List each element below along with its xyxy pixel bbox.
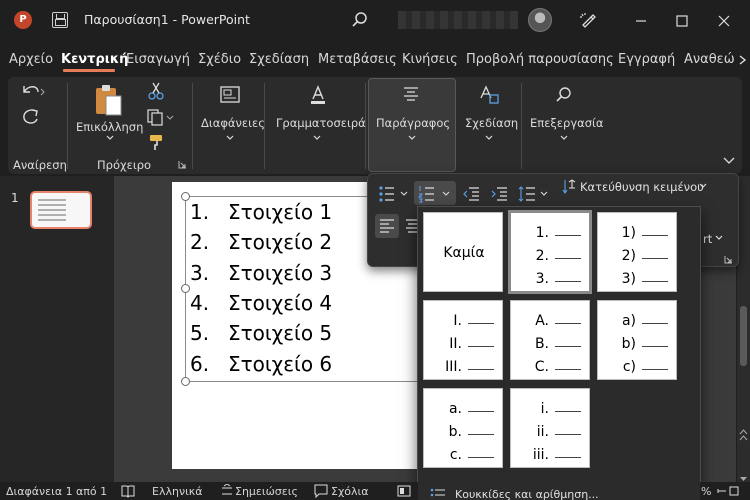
active-tab-indicator [63, 69, 115, 72]
text-direction-icon[interactable] [562, 178, 576, 196]
chevron-down-icon[interactable] [698, 182, 708, 190]
list-item[interactable]: 5. Στοιχείο 5 [190, 321, 332, 345]
bullets-and-numbering-link[interactable]: Κουκκίδες και αρίθμηση... [455, 488, 599, 500]
bullets-numbering-icon[interactable] [430, 488, 446, 500]
notes-icon[interactable] [220, 484, 234, 498]
increase-indent-icon[interactable] [490, 186, 508, 202]
powerpoint-icon: P [14, 11, 32, 29]
list-item[interactable]: 2. Στοιχείο 2 [190, 230, 332, 254]
paragraph-button-label: Παράγραφος [376, 116, 451, 130]
numbering-option-alpha-lower-period[interactable]: a. b. c. [423, 388, 503, 468]
numbering-icon[interactable] [418, 185, 454, 203]
fit-slide-icon[interactable] [716, 485, 740, 497]
format-painter-icon[interactable] [148, 133, 166, 151]
tab-review[interactable]: Αναθεώ [684, 52, 735, 67]
numbering-option-arabic-period[interactable]: 1. 2. 3. [508, 210, 592, 294]
search-icon[interactable] [350, 10, 370, 30]
save-icon[interactable] [52, 12, 68, 28]
tab-design[interactable]: Σχέδιο [198, 52, 241, 67]
draw-pen-icon[interactable] [578, 10, 598, 30]
find-icon[interactable] [555, 86, 573, 104]
dialog-launcher-icon[interactable] [724, 255, 733, 264]
list-item[interactable]: 4. Στοιχείο 4 [190, 291, 332, 315]
paste-button-label[interactable]: Επικόλληση [76, 120, 143, 134]
resize-handle[interactable] [181, 284, 190, 293]
shapes-icon[interactable] [478, 85, 500, 105]
numbering-option-arabic-paren[interactable]: 1) 2) 3) [597, 212, 677, 292]
chevron-down-icon[interactable] [312, 134, 322, 142]
dialog-launcher-icon[interactable] [178, 160, 187, 169]
tab-draw[interactable]: Σχεδίαση [249, 52, 309, 67]
font-button-label[interactable]: Γραμματοσειρά [276, 116, 366, 130]
redo-icon[interactable] [20, 107, 42, 127]
tab-insert[interactable]: Εισαγωγή [126, 52, 190, 67]
editing-button-label[interactable]: Επεξεργασία [530, 116, 603, 130]
comments-button[interactable]: Σχόλια [331, 485, 369, 498]
undo-group-label: Αναίρεση [13, 158, 67, 172]
copy-icon[interactable] [146, 108, 174, 126]
window-title: Παρουσίαση1 - PowerPoint [84, 12, 250, 27]
scroll-up-icon [739, 429, 748, 441]
font-color-icon[interactable] [308, 85, 328, 105]
tab-file[interactable]: Αρχείο [9, 52, 53, 67]
undo-icon[interactable] [20, 82, 46, 100]
chevron-down-icon[interactable] [484, 134, 494, 142]
comments-icon[interactable] [314, 484, 328, 498]
notes-button[interactable]: Σημειώσεις [235, 485, 298, 498]
list-item[interactable]: 1. Στοιχείο 1 [190, 200, 332, 224]
numbering-option-roman-upper[interactable]: I. II. III. [423, 300, 503, 380]
avatar[interactable] [528, 8, 552, 32]
tab-home[interactable]: Κεντρική [61, 52, 128, 67]
resize-handle[interactable] [181, 377, 190, 386]
collapse-ribbon-icon[interactable] [722, 156, 736, 166]
paste-icon[interactable] [92, 82, 124, 118]
align-center-icon[interactable] [405, 218, 417, 234]
convert-smartart-label-partial[interactable]: rt [703, 232, 712, 246]
chevron-down-icon[interactable] [225, 134, 235, 142]
language[interactable]: Ελληνικά [152, 485, 203, 498]
normal-view-icon[interactable] [397, 484, 411, 498]
tab-animations[interactable]: Κινήσεις [402, 52, 458, 67]
slide-info: Διαφάνεια 1 από 1 [6, 485, 108, 498]
spell-check-icon[interactable] [121, 484, 135, 498]
new-slide-icon[interactable] [220, 86, 240, 104]
minimize-icon[interactable] [631, 11, 651, 31]
numbering-gallery: Καμία 1. 2. 3. 1) 2) 3) I. II. III. A. B… [417, 206, 701, 500]
maximize-icon[interactable] [672, 11, 692, 31]
cut-icon[interactable] [148, 82, 164, 100]
chevron-right-icon[interactable] [736, 50, 750, 70]
decrease-indent-icon[interactable] [462, 186, 480, 202]
tab-record[interactable]: Εγγραφή [618, 52, 675, 67]
slide-number: 1 [11, 191, 19, 205]
clipboard-group-label: Πρόχειρο [97, 158, 152, 172]
numbering-option-alpha-lower-paren[interactable]: a) b) c) [597, 300, 677, 380]
tab-slideshow[interactable]: Προβολή παρουσίασης [466, 52, 614, 67]
numbering-option-none[interactable]: Καμία [423, 212, 503, 292]
bullets-icon[interactable] [378, 185, 408, 203]
chevron-down-icon[interactable] [105, 134, 115, 142]
text-direction-label[interactable]: Κατεύθυνση κειμένου [580, 180, 704, 194]
numbering-option-alpha-upper[interactable]: A. B. C. [510, 300, 590, 380]
align-left-icon[interactable] [379, 218, 395, 234]
slides-button-label[interactable]: Διαφάνειες [201, 116, 265, 130]
tab-transitions[interactable]: Μεταβάσεις [318, 52, 397, 67]
line-spacing-icon[interactable] [518, 185, 550, 203]
drawing-button-label[interactable]: Σχεδίαση [465, 116, 518, 130]
chevron-down-icon [408, 135, 416, 140]
chevron-down-icon[interactable] [714, 234, 724, 242]
align-center-icon [404, 87, 418, 101]
slide-thumbnail[interactable] [30, 191, 92, 229]
close-icon[interactable] [714, 11, 734, 31]
list-item[interactable]: 6. Στοιχείο 6 [190, 352, 332, 376]
account-name-redacted [398, 11, 518, 29]
zoom-level-partial[interactable]: % [701, 485, 711, 498]
chevron-down-icon[interactable] [559, 134, 569, 142]
resize-handle[interactable] [181, 192, 190, 201]
numbering-option-roman-lower[interactable]: i. ii. iii. [510, 388, 590, 468]
list-item[interactable]: 3. Στοιχείο 3 [190, 261, 332, 285]
